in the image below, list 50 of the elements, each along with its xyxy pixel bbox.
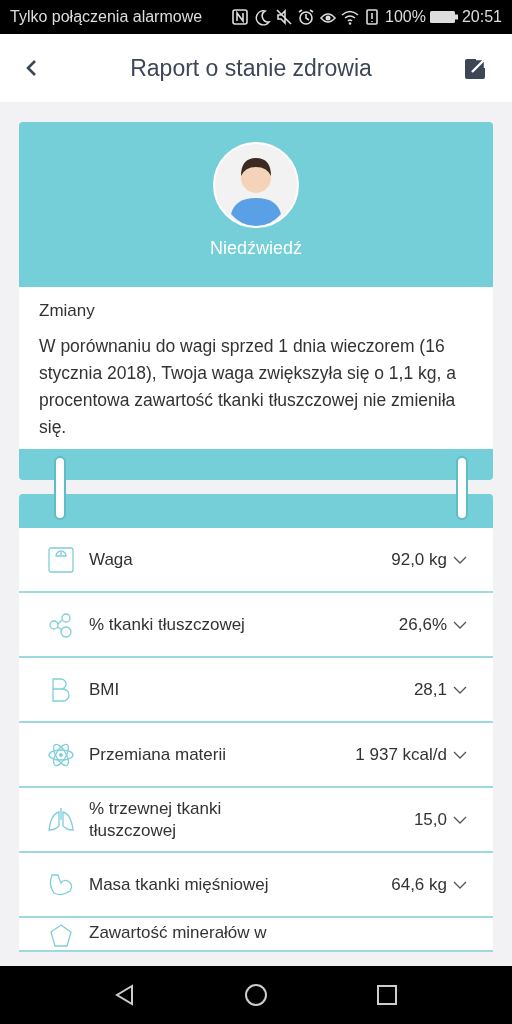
battery-icon (429, 10, 458, 24)
metric-row[interactable]: Przemiana materii 1 937 kcal/d (19, 723, 493, 788)
metric-value: 1 937 kcal/d (355, 744, 447, 765)
carrier-text: Tylko połączenia alarmowe (10, 8, 203, 26)
triangle-icon (114, 984, 136, 1006)
share-icon (464, 56, 488, 80)
chevron-icon (453, 814, 467, 825)
clock-text: 20:51 (461, 8, 502, 26)
back-icon (24, 58, 38, 78)
chevron-icon (453, 749, 467, 760)
binder-ring (54, 456, 66, 520)
metric-row[interactable]: Waga 92,0 kg (19, 528, 493, 593)
circle-icon (244, 983, 268, 1007)
scale-icon (47, 545, 75, 574)
metric-row[interactable]: Zawartość minerałów w (19, 918, 493, 952)
chevron-icon (453, 554, 467, 565)
profile-name: Niedźwiedź (209, 238, 302, 259)
nfc-icon (231, 8, 250, 26)
alarm-icon (297, 8, 316, 26)
metric-value: 15,0 (413, 809, 447, 830)
metric-label: % trzewnej tkanki tłuszczowej (89, 797, 223, 842)
metric-label: BMI (89, 678, 121, 701)
metric-row[interactable]: BMI 28,1 (19, 658, 493, 723)
metric-row[interactable]: Masa tkanki mięśniowej 64,6 kg (19, 853, 493, 918)
binder-ring (456, 456, 468, 520)
metric-label: Przemiana materii (89, 743, 227, 766)
chevron-icon (453, 879, 467, 890)
metric-row[interactable]: % trzewnej tkanki tłuszczowej 15,0 (19, 788, 493, 853)
lungs-icon (47, 805, 75, 834)
moon-icon (253, 8, 272, 26)
metric-value: 28,1 (413, 679, 447, 700)
metric-row[interactable]: % tkanki tłuszczowej 26,6% (19, 593, 493, 658)
changes-text: W porównaniu do wagi sprzed 1 dnia wieczorem (16 stycznia 2018), Twoja waga zwiększyła się o 1,1 kg, a procentowa zawartość tkanki tłuszczowej nie zmieniła się. (39, 335, 457, 439)
section-heading: Zmiany (39, 301, 96, 321)
avatar-icon (213, 142, 299, 228)
metric-label: % tkanki tłuszczowej (89, 613, 246, 636)
metric-value: 64,6 kg (391, 874, 447, 895)
square-icon (376, 984, 398, 1006)
metric-label: Waga (89, 548, 134, 571)
mute-icon (275, 8, 294, 26)
battery-percent: 100% (385, 8, 426, 26)
wifi-icon (341, 8, 360, 26)
metric-value: 92,0 kg (391, 549, 447, 570)
metric-label: Masa tkanki mięśniowej (89, 873, 270, 896)
metric-label: Zawartość minerałów w (89, 922, 268, 944)
page-title: Raport o stanie zdrowia (130, 54, 372, 82)
bubbles-icon (47, 610, 75, 639)
metric-value: 26,6% (398, 614, 447, 635)
chevron-icon (453, 684, 467, 695)
chevron-icon (453, 619, 467, 630)
